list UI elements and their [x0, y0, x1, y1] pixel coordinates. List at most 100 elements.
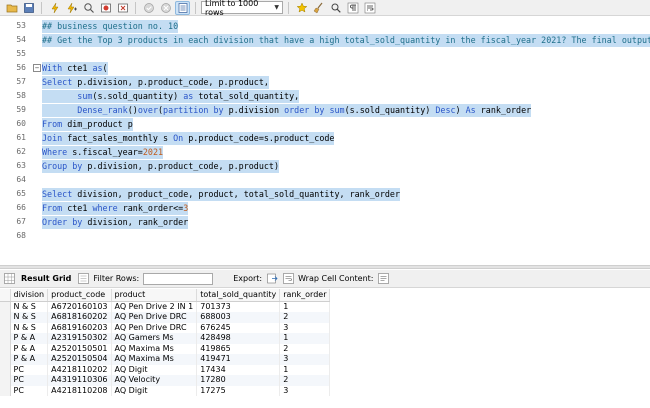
cell-total-sold-quantity[interactable]: 676245	[196, 322, 281, 333]
row-header[interactable]	[0, 385, 11, 396]
table-row[interactable]: PC A4218110208 AQ Digit 17275 3	[0, 385, 331, 396]
commit-button[interactable]	[141, 1, 156, 15]
cell-division[interactable]: P & A	[10, 343, 49, 354]
stop-button[interactable]	[98, 1, 113, 15]
cell-division[interactable]: N & S	[10, 312, 49, 323]
cell-product[interactable]: AQ Digit	[111, 364, 198, 375]
cell-product-code[interactable]: A6818160202	[47, 312, 112, 323]
row-header[interactable]	[0, 354, 11, 365]
cell-division[interactable]: PC	[10, 364, 49, 375]
cell-total-sold-quantity[interactable]: 688003	[196, 312, 281, 323]
editor-line[interactable]: 64	[0, 173, 650, 187]
cell-product-code[interactable]: A6720160103	[47, 301, 112, 312]
table-row[interactable]: P & A A2520150504 AQ Maxima Ms 419471 3	[0, 354, 331, 365]
explain-button[interactable]	[81, 1, 96, 15]
editor-line[interactable]: 66 From cte1 where rank_order<=3	[0, 201, 650, 215]
cell-product[interactable]: AQ Pen Drive DRC	[111, 312, 198, 323]
cell-rank-order[interactable]: 1	[279, 333, 331, 344]
column-header-division[interactable]: division	[10, 289, 49, 302]
fold-toggle-icon[interactable]: −	[33, 64, 41, 72]
filter-rows-input[interactable]	[143, 272, 214, 285]
invisible-chars-button[interactable]	[345, 1, 360, 15]
result-grid[interactable]: division product_code product total_sold_qu…	[0, 289, 650, 408]
cell-product-code[interactable]: A2520150501	[47, 343, 112, 354]
cell-division[interactable]: N & S	[10, 301, 49, 312]
cell-product-code[interactable]: A4218110202	[47, 364, 112, 375]
open-folder-button[interactable]	[4, 1, 19, 15]
table-row[interactable]: PC A4218110202 AQ Digit 17434 1	[0, 364, 331, 375]
cell-rank-order[interactable]: 1	[279, 301, 331, 312]
find-button[interactable]	[328, 1, 343, 15]
cell-rank-order[interactable]: 3	[279, 385, 331, 396]
result-grid-tab[interactable]: Result Grid	[19, 274, 73, 283]
wrap-cell-toggle[interactable]	[378, 273, 390, 285]
row-header[interactable]	[0, 322, 11, 333]
cell-product[interactable]: AQ Gamers Ms	[111, 333, 198, 344]
editor-line[interactable]: 56− With cte1 as(	[0, 61, 650, 75]
cell-rank-order[interactable]: 2	[279, 375, 331, 386]
sql-editor[interactable]: 53 ## business question no. 10 54 ## Get th…	[0, 17, 650, 264]
cell-total-sold-quantity[interactable]: 701373	[196, 301, 281, 312]
cell-product[interactable]: AQ Maxima Ms	[111, 354, 198, 365]
editor-line[interactable]: 54 ## Get the Top 3 products in each divi…	[0, 33, 650, 47]
editor-line[interactable]: 60 From dim_product p	[0, 117, 650, 131]
cell-total-sold-quantity[interactable]: 17434	[196, 364, 281, 375]
execute-button[interactable]	[47, 1, 62, 15]
table-row[interactable]: P & A A2319150302 AQ Gamers Ms 428498 1	[0, 333, 331, 344]
column-header-product[interactable]: product	[111, 289, 198, 302]
cell-product-code[interactable]: A2319150302	[47, 333, 112, 344]
cell-division[interactable]: PC	[10, 385, 49, 396]
cell-total-sold-quantity[interactable]: 17280	[196, 375, 281, 386]
execute-current-button[interactable]	[64, 1, 79, 15]
cell-division[interactable]: N & S	[10, 322, 49, 333]
column-header-total-sold-quantity[interactable]: total_sold_quantity	[196, 289, 281, 302]
column-header-rank-order[interactable]: rank_order	[279, 289, 331, 302]
limit-rows-select[interactable]: Limit to 1000 rows ▼	[201, 0, 283, 17]
cell-division[interactable]: PC	[10, 375, 49, 386]
editor-line[interactable]: 65 Select division, product_code, product…	[0, 187, 650, 201]
clean-button[interactable]	[311, 1, 326, 15]
export-button[interactable]	[266, 273, 278, 285]
cell-rank-order[interactable]: 1	[279, 364, 331, 375]
cell-rank-order[interactable]: 2	[279, 312, 331, 323]
cell-rank-order[interactable]: 2	[279, 343, 331, 354]
autocommit-button[interactable]	[175, 0, 190, 15]
column-header-product-code[interactable]: product_code	[47, 289, 112, 302]
cell-total-sold-quantity[interactable]: 419471	[196, 354, 281, 365]
row-header[interactable]	[0, 333, 11, 344]
table-row[interactable]: N & S A6819160203 AQ Pen Drive DRC 676245 3	[0, 322, 331, 333]
cell-product[interactable]: AQ Maxima Ms	[111, 343, 198, 354]
cell-total-sold-quantity[interactable]: 17275	[196, 385, 281, 396]
cell-total-sold-quantity[interactable]: 428498	[196, 333, 281, 344]
cell-rank-order[interactable]: 3	[279, 354, 331, 365]
editor-line[interactable]: 55	[0, 47, 650, 61]
row-header[interactable]	[0, 301, 11, 312]
row-header[interactable]	[0, 364, 11, 375]
cell-product-code[interactable]: A4319110306	[47, 375, 112, 386]
cell-product-code[interactable]: A4218110208	[47, 385, 112, 396]
editor-line[interactable]: 53 ## business question no. 10	[0, 19, 650, 33]
cell-product-code[interactable]: A6819160203	[47, 322, 112, 333]
save-button[interactable]	[21, 1, 36, 15]
rollback-button[interactable]	[158, 1, 173, 15]
table-row[interactable]: N & S A6818160202 AQ Pen Drive DRC 688003 2	[0, 312, 331, 323]
cell-division[interactable]: P & A	[10, 333, 49, 344]
cell-product[interactable]: AQ Velocity	[111, 375, 198, 386]
editor-line[interactable]: 62 Where s.fiscal_year=2021	[0, 145, 650, 159]
row-header[interactable]	[0, 343, 11, 354]
table-row[interactable]: PC A4319110306 AQ Velocity 17280 2	[0, 375, 331, 386]
wrap-button[interactable]	[362, 1, 377, 15]
row-header[interactable]	[0, 312, 11, 323]
editor-line[interactable]: 68	[0, 229, 650, 243]
cell-product-code[interactable]: A2520150504	[47, 354, 112, 365]
cell-rank-order[interactable]: 3	[279, 322, 331, 333]
cell-product[interactable]: AQ Digit	[111, 385, 198, 396]
row-header[interactable]	[0, 375, 11, 386]
toggle-error-button[interactable]	[115, 1, 130, 15]
editor-line[interactable]: 61 Join fact_sales_monthly s On p.product…	[0, 131, 650, 145]
editor-line[interactable]: 59 Dense_rank()over(partition by p.divis…	[0, 103, 650, 117]
table-row[interactable]: N & S A6720160103 AQ Pen Drive 2 IN 1 70137…	[0, 301, 331, 312]
cell-division[interactable]: P & A	[10, 354, 49, 365]
cell-total-sold-quantity[interactable]: 419865	[196, 343, 281, 354]
editor-line[interactable]: 63 Group by p.division, p.product_code, p…	[0, 159, 650, 173]
